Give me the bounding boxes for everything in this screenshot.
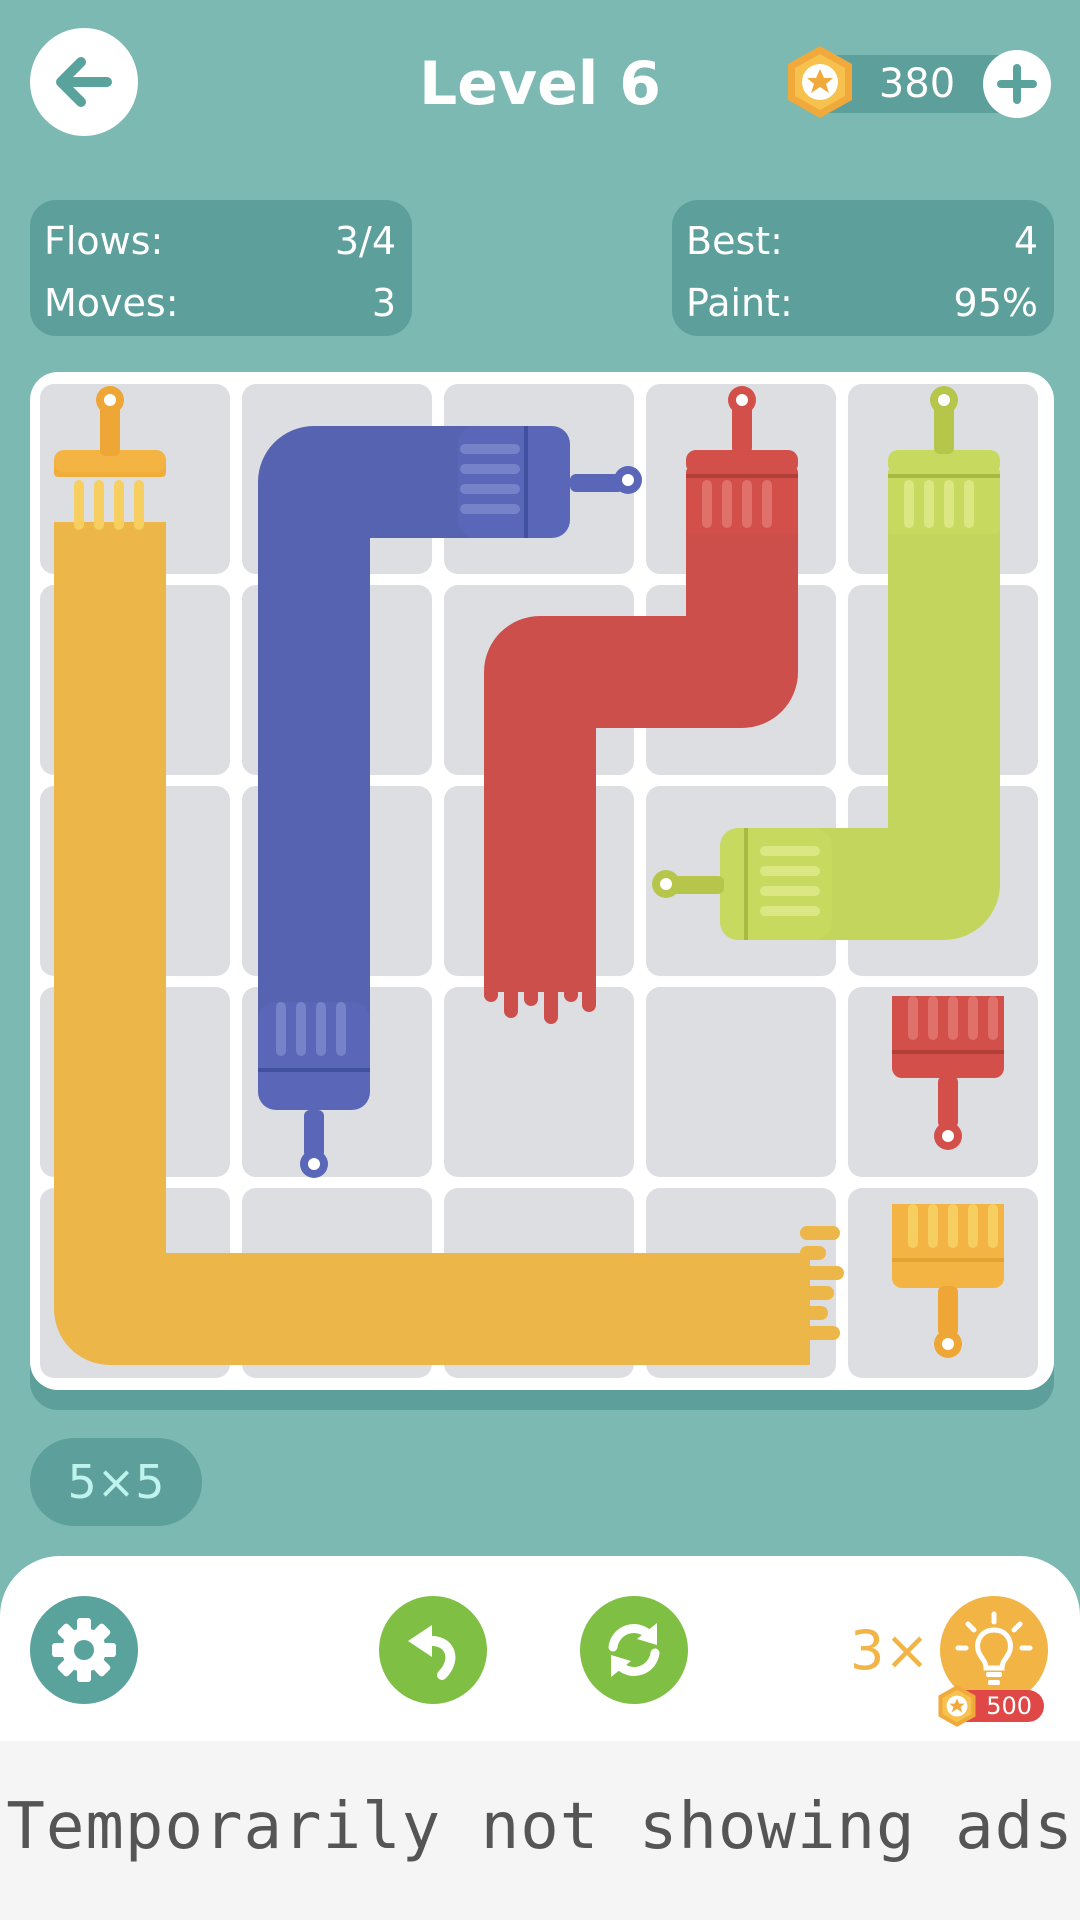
undo-button[interactable]	[379, 1596, 487, 1704]
board-size-badge: 5×5	[30, 1438, 202, 1526]
gear-icon	[52, 1618, 116, 1682]
restart-icon	[608, 1623, 660, 1677]
best-label: Best:	[686, 219, 783, 263]
arrow-left-icon	[56, 57, 112, 107]
game-board	[30, 372, 1054, 1390]
yellow-brush-target	[892, 1204, 1004, 1358]
flows-label: Flows:	[44, 219, 164, 263]
plus-icon	[997, 64, 1037, 104]
coin-count: 380	[878, 61, 956, 107]
hint-coin-icon	[938, 1685, 976, 1727]
red-brush-target	[892, 996, 1004, 1150]
undo-icon	[408, 1625, 456, 1680]
moves-label: Moves:	[44, 281, 179, 325]
paint-value: 95%	[953, 281, 1038, 325]
lightbulb-icon	[955, 1611, 1033, 1685]
paint-label: Paint:	[686, 281, 793, 325]
stats-panel-right: Best: 4 Paint: 95%	[672, 200, 1054, 336]
add-coins-button[interactable]	[983, 50, 1051, 118]
moves-row: Moves: 3	[44, 272, 396, 334]
ad-placeholder-text: Temporarily not showing ads	[6, 1790, 1074, 1864]
best-value: 4	[1013, 219, 1038, 263]
back-button[interactable]	[30, 28, 138, 136]
paint-row: Paint: 95%	[686, 272, 1038, 334]
restart-button[interactable]	[580, 1596, 688, 1704]
paint-layer	[54, 386, 1004, 1365]
flows-value: 3/4	[334, 219, 396, 263]
settings-button[interactable]	[30, 1596, 138, 1704]
moves-value: 3	[371, 281, 396, 325]
best-row: Best: 4	[686, 210, 1038, 272]
coin-icon	[788, 46, 852, 118]
stats-panel-left: Flows: 3/4 Moves: 3	[30, 200, 412, 336]
level-title: Level 6	[419, 49, 661, 119]
flows-row: Flows: 3/4	[44, 210, 396, 272]
hint-count: 3×	[850, 1619, 930, 1682]
